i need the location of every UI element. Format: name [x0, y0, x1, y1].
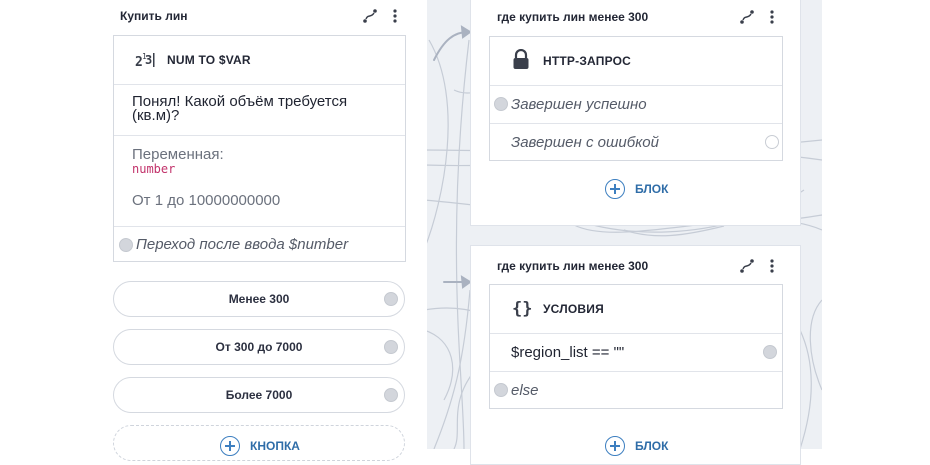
outcome-success: Завершен успешно — [511, 96, 647, 113]
route-edit-icon[interactable] — [739, 9, 755, 25]
svg-text:{}: {} — [512, 299, 532, 319]
outcome-error-row: Завершен с ошибкой — [490, 123, 782, 161]
answer-button-3[interactable]: Более 7000 — [113, 377, 405, 413]
output-port[interactable] — [384, 292, 398, 306]
add-button[interactable]: КНОПКА — [220, 436, 300, 456]
add-block-label: БЛОК — [635, 439, 669, 453]
card-type-row: {} УСЛОВИЯ — [490, 285, 782, 333]
left-node-title: Купить лин — [120, 9, 188, 23]
card-type-row: 2 1 3 NUM TO $VAR — [114, 36, 405, 84]
output-port[interactable] — [763, 345, 777, 359]
conditions-card[interactable]: {} УСЛОВИЯ $region_list == "" else — [489, 284, 783, 409]
http-card[interactable]: HTTP-ЗАПРОС Завершен успешно Завершен с … — [489, 36, 783, 161]
plus-circle-icon — [220, 436, 240, 456]
output-port[interactable] — [765, 135, 779, 149]
transition-row: Переход после ввода $number — [114, 226, 405, 262]
add-button-area[interactable]: КНОПКА — [113, 425, 405, 461]
block-type-label: УСЛОВИЯ — [543, 302, 604, 316]
answer-button-1[interactable]: Менее 300 — [113, 281, 405, 317]
output-port[interactable] — [384, 388, 398, 402]
answer-button-label: Более 7000 — [225, 388, 293, 402]
add-button-label: КНОПКА — [250, 439, 300, 453]
conditions-node-title: где купить лин менее 300 — [497, 259, 649, 273]
card-type-row: HTTP-ЗАПРОС — [490, 37, 782, 85]
route-edit-icon[interactable] — [362, 8, 378, 24]
add-block-button[interactable]: БЛОК — [605, 436, 668, 456]
http-node-title: где купить лин менее 300 — [497, 10, 649, 24]
plus-circle-icon — [605, 179, 625, 199]
question-text: Понял! Какой объём требуется (кв.м)? — [132, 93, 348, 124]
range-text: От 1 до 10000000000 — [132, 192, 281, 209]
answer-button-label: От 300 до 7000 — [215, 340, 303, 354]
variable-label: Переменная: — [132, 146, 224, 163]
input-port[interactable] — [119, 238, 133, 252]
num-to-var-card[interactable]: 2 1 3 NUM TO $VAR Понял! Какой объём тре… — [113, 35, 406, 262]
plus-circle-icon — [605, 436, 625, 456]
add-block-label: БЛОК — [635, 182, 669, 196]
svg-text:3: 3 — [145, 53, 152, 67]
block-type-label: NUM TO $VAR — [167, 53, 251, 67]
condition-text: $region_list == "" — [511, 344, 625, 361]
input-port[interactable] — [494, 383, 508, 397]
more-vertical-icon[interactable] — [387, 8, 403, 24]
answer-button-2[interactable]: От 300 до 7000 — [113, 329, 405, 365]
variable-name: number — [132, 162, 176, 176]
outcome-error: Завершен с ошибкой — [511, 134, 659, 151]
condition-row-2: else — [490, 371, 782, 409]
transition-text: Переход после ввода $number — [136, 236, 349, 253]
condition-else: else — [511, 382, 539, 399]
outcome-success-row: Завершен успешно — [490, 85, 782, 123]
http-node[interactable]: где купить лин менее 300 HTTP-ЗАПРОС Зав… — [470, 0, 801, 226]
condition-row-1: $region_list == "" — [490, 333, 782, 371]
route-edit-icon[interactable] — [739, 258, 755, 274]
output-port[interactable] — [384, 340, 398, 354]
variable-row: Переменная: number От 1 до 10000000000 — [114, 135, 405, 226]
answer-button-label: Менее 300 — [228, 292, 290, 306]
add-block-button[interactable]: БЛОК — [605, 179, 668, 199]
block-type-label: HTTP-ЗАПРОС — [543, 54, 632, 68]
lock-icon — [513, 49, 529, 69]
number-to-var-icon: 2 1 3 — [135, 52, 155, 70]
more-vertical-icon[interactable] — [764, 9, 780, 25]
braces-icon: {} — [512, 299, 532, 319]
question-row: Понял! Какой объём требуется (кв.м)? — [114, 84, 405, 135]
conditions-node[interactable]: где купить лин менее 300 {} УСЛОВИЯ $reg… — [470, 245, 801, 465]
more-vertical-icon[interactable] — [764, 258, 780, 274]
input-port[interactable] — [494, 97, 508, 111]
